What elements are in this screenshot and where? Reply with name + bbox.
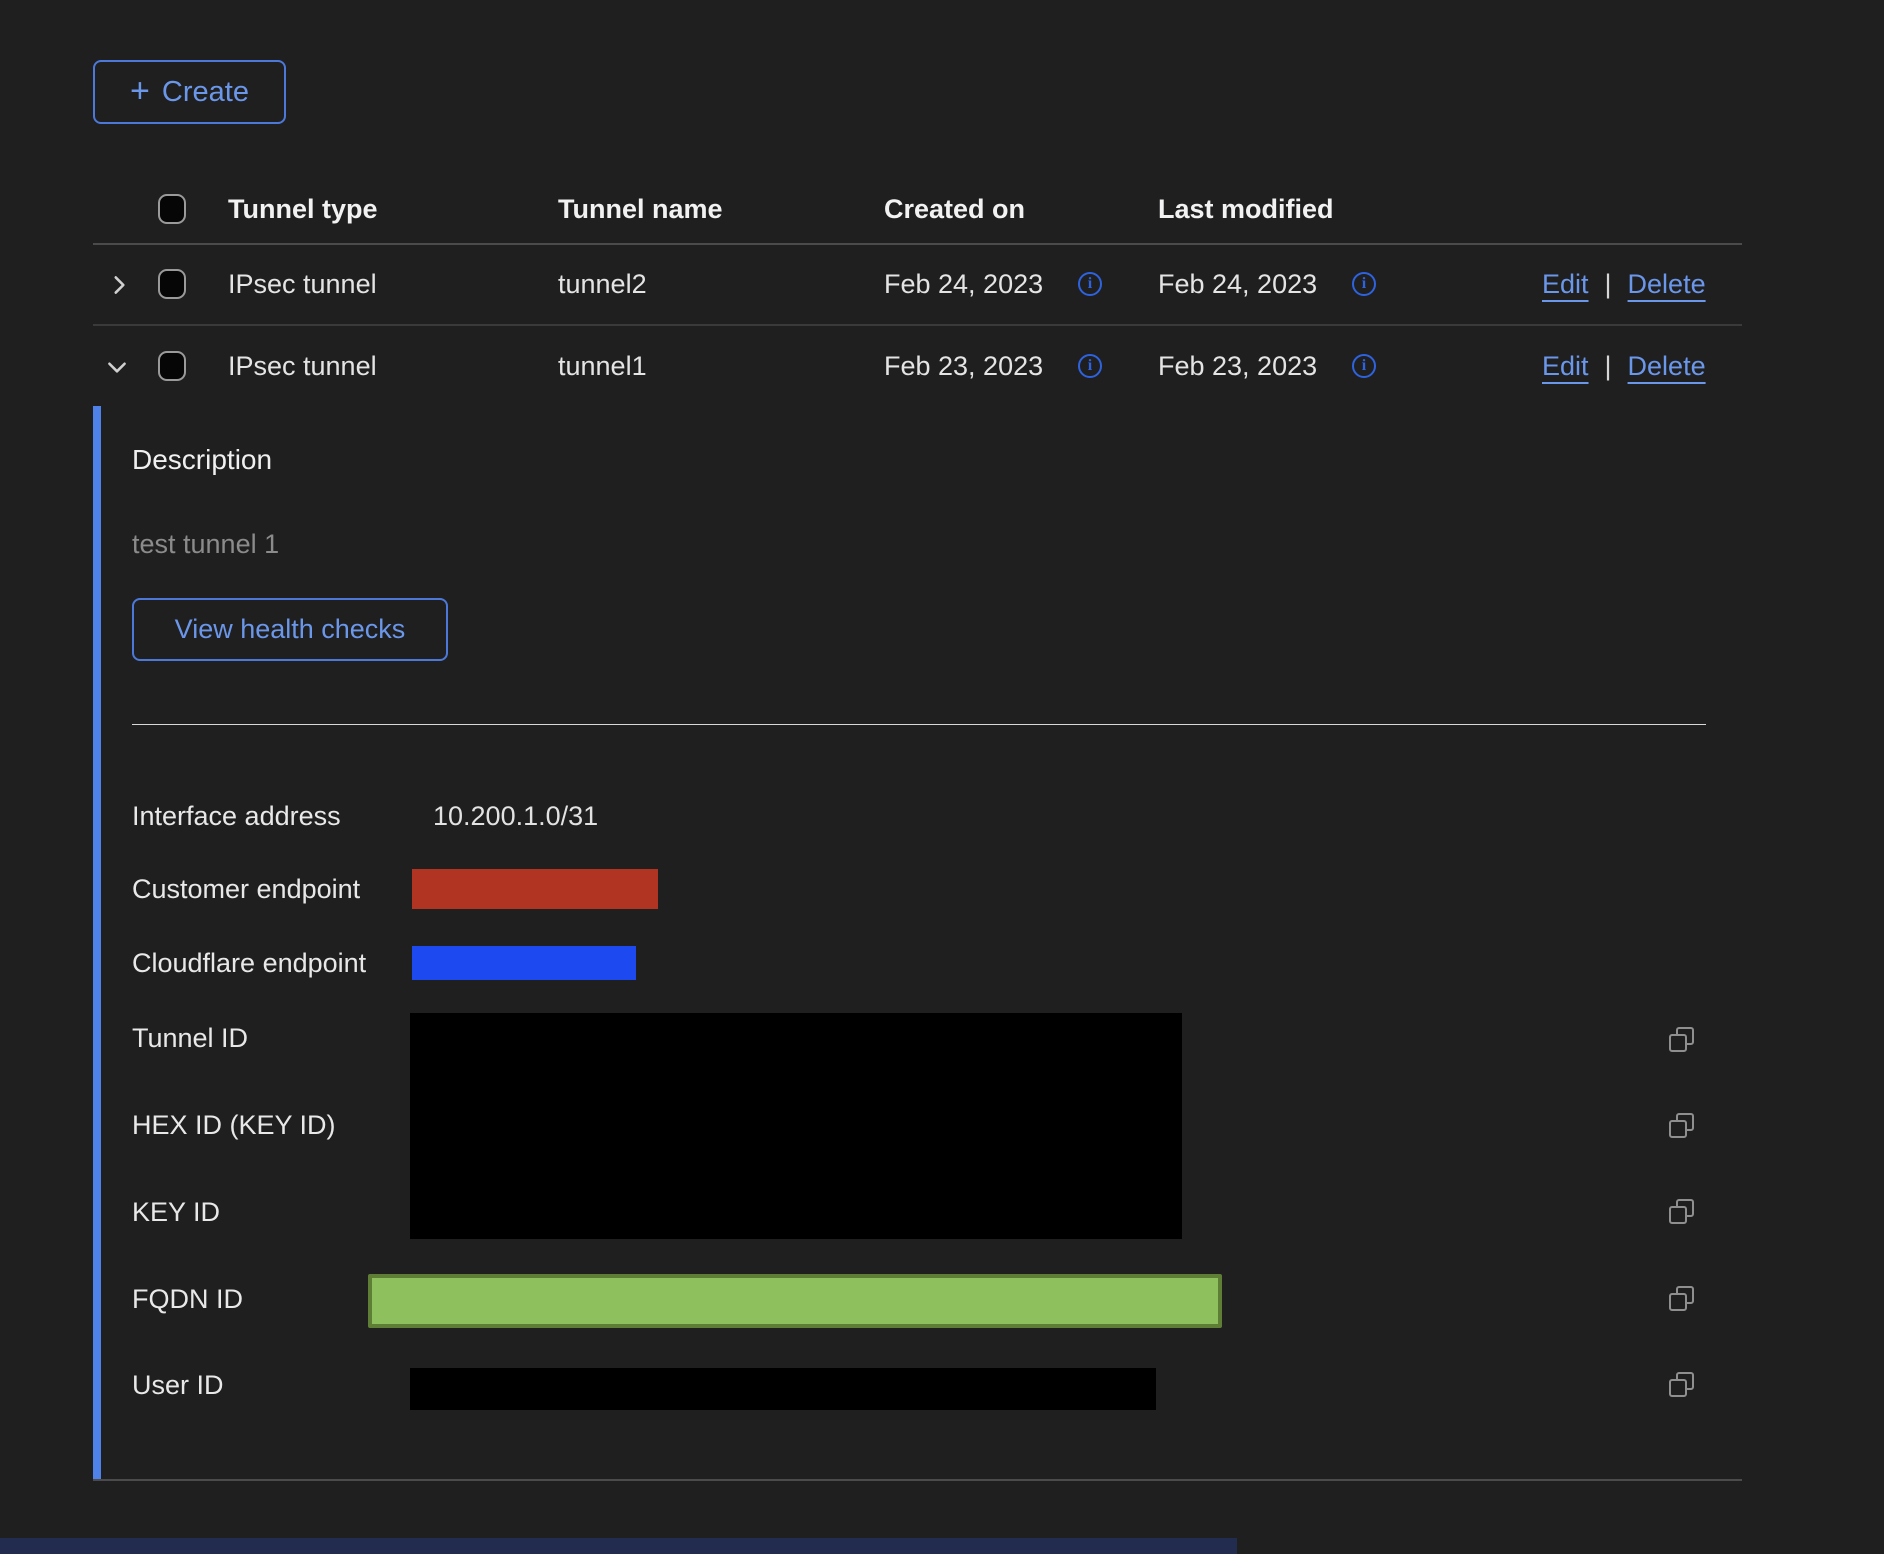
customer-endpoint-redaction [412, 869, 658, 909]
delete-link[interactable]: Delete [1628, 351, 1706, 382]
user-id-label: User ID [132, 1369, 224, 1401]
header-tunnel-name: Tunnel name [558, 175, 723, 243]
action-separator: | [1605, 351, 1612, 382]
info-glyph: i [1362, 358, 1366, 374]
header-created-on: Created on [884, 175, 1025, 243]
edit-link[interactable]: Edit [1542, 269, 1589, 300]
fqdn-id-redaction [368, 1274, 1222, 1328]
copy-icon[interactable] [1667, 1025, 1697, 1055]
copy-icon[interactable] [1667, 1197, 1697, 1227]
tunnels-page: + Create Tunnel type Tunnel name Created… [0, 0, 1884, 1554]
cloudflare-endpoint-redaction [412, 946, 636, 980]
cloudflare-endpoint-label: Cloudflare endpoint [132, 947, 366, 979]
row2-last-modified: Feb 23, 2023 [1158, 325, 1317, 407]
info-icon[interactable]: i [1352, 272, 1376, 296]
copy-icon[interactable] [1667, 1370, 1697, 1400]
bottom-banner-edge [0, 1538, 1237, 1554]
view-health-checks-button[interactable]: View health checks [132, 598, 448, 661]
plus-icon: + [130, 74, 150, 108]
user-id-redaction [410, 1368, 1156, 1410]
customer-endpoint-label: Customer endpoint [132, 873, 360, 905]
info-icon[interactable]: i [1352, 354, 1376, 378]
interface-address-value: 10.200.1.0/31 [433, 800, 598, 832]
chevron-down-icon[interactable] [104, 354, 130, 380]
description-value: test tunnel 1 [132, 528, 279, 560]
row1-checkbox[interactable] [158, 269, 186, 299]
info-icon[interactable]: i [1078, 354, 1102, 378]
table-header-row: Tunnel type Tunnel name Created on Last … [93, 175, 1742, 243]
row1-tunnel-type: IPsec tunnel [228, 243, 377, 325]
row1-actions: Edit | Delete [1542, 243, 1706, 325]
row2-checkbox[interactable] [158, 351, 186, 381]
row2-tunnel-type: IPsec tunnel [228, 325, 377, 407]
description-label: Description [132, 444, 272, 476]
info-glyph: i [1088, 358, 1092, 374]
select-all-checkbox[interactable] [158, 194, 186, 224]
copy-icon[interactable] [1667, 1111, 1697, 1141]
create-button-label: Create [162, 76, 249, 109]
delete-link[interactable]: Delete [1628, 269, 1706, 300]
chevron-right-icon[interactable] [106, 272, 132, 298]
hex-id-label: HEX ID (KEY ID) [132, 1109, 336, 1141]
row1-last-modified: Feb 24, 2023 [1158, 243, 1317, 325]
header-last-modified: Last modified [1158, 175, 1334, 243]
edit-link[interactable]: Edit [1542, 351, 1589, 382]
copy-icon[interactable] [1667, 1284, 1697, 1314]
row2-actions: Edit | Delete [1542, 325, 1706, 407]
panel-bottom-divider [93, 1479, 1742, 1481]
table-row: IPsec tunnel tunnel1 Feb 23, 2023 Feb 23… [93, 325, 1742, 407]
row2-created-on: Feb 23, 2023 [884, 325, 1043, 407]
interface-address-label: Interface address [132, 800, 341, 832]
tunnel-id-label: Tunnel ID [132, 1022, 248, 1054]
key-id-label: KEY ID [132, 1196, 220, 1228]
row1-created-on: Feb 24, 2023 [884, 243, 1043, 325]
fqdn-id-label: FQDN ID [132, 1283, 243, 1315]
action-separator: | [1605, 269, 1612, 300]
info-icon[interactable]: i [1078, 272, 1102, 296]
create-button[interactable]: + Create [93, 60, 286, 124]
table-row: IPsec tunnel tunnel2 Feb 24, 2023 Feb 24… [93, 243, 1742, 325]
row2-tunnel-name: tunnel1 [558, 325, 647, 407]
info-glyph: i [1088, 276, 1092, 292]
tunnel-hex-key-id-redaction [410, 1013, 1182, 1239]
row1-tunnel-name: tunnel2 [558, 243, 647, 325]
header-tunnel-type: Tunnel type [228, 175, 378, 243]
detail-divider [132, 724, 1706, 725]
expanded-row-indicator-bar [93, 406, 101, 1479]
info-glyph: i [1362, 276, 1366, 292]
